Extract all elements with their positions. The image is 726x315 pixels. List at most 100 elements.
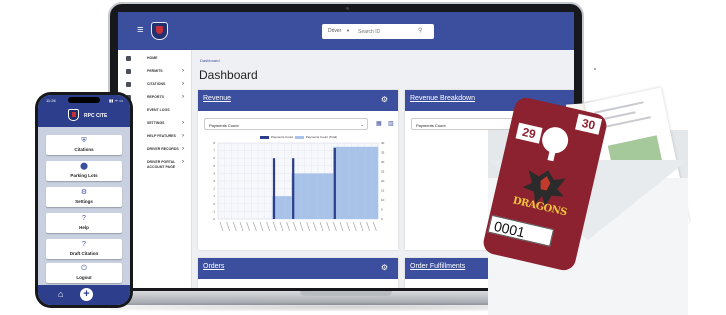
y-tick-left: 2 [213,187,215,191]
y-tick-right: 0 [381,217,383,221]
sidebar-item-label: REPORTS [147,95,164,99]
sidebar-item-label-line2: ACCOUNT PAGE [147,165,176,169]
bar-payments-total [282,196,286,219]
sidebar-item-permits[interactable]: PERMITS › [118,67,192,79]
y-tick-left: 6 [213,156,215,160]
sidebar-item-home[interactable]: HOME [118,54,192,66]
bar-chart-icon[interactable]: ▥ [388,120,394,127]
search-input[interactable] [358,27,406,36]
select-value: Payments Count [416,123,446,128]
x-tick-label [319,221,324,232]
phone-screen: 11:26 ▮▮ ᯤ ▭ RPC CITE ⛨ Citations ⬤ Park… [38,95,130,305]
gear-icon[interactable]: ⚙ [381,263,388,272]
orders-card: Orders ⚙ [198,258,398,288]
bar-payments-total [342,146,347,219]
bar-payments [292,158,295,219]
sidebar-item-label: SETTINGS [147,121,165,125]
bar-payments-total [278,196,283,219]
bar-payments-total [285,196,289,219]
map-pin-icon: ⬤ [80,163,88,170]
home-icon[interactable]: ⌂ [58,289,63,299]
y-tick-left: -2 [212,217,215,221]
x-tick-label [353,221,357,232]
table-view-icon[interactable]: ▦ [376,120,382,127]
draft-citation-button[interactable]: ? Draft Citation [46,239,122,259]
bar-payments-total [317,173,321,219]
gear-icon: ⚙ [80,189,88,196]
card-title[interactable]: Order Fulfillments [410,263,465,270]
metric-select[interactable]: Payments Count ⌄ [204,118,368,130]
x-tick-label [293,221,297,232]
legend-swatch-total [294,135,304,139]
hamburger-menu-icon[interactable]: ≡ [137,25,143,36]
bar-payments-total [294,173,299,219]
x-tick-label [239,221,244,232]
sidebar-item-citations[interactable]: CITATIONS › [118,80,192,92]
card-header: Revenue ⚙ [198,90,398,111]
bar-payments-total [298,173,302,219]
x-tick-label [306,221,310,232]
x-tick-label [279,221,284,232]
gear-icon[interactable]: ⚙ [381,95,388,104]
x-tick-label [259,221,264,232]
card-title[interactable]: Orders [203,263,224,270]
bar-payments-total [362,146,366,219]
draft-icon: ? [82,241,86,248]
bar-payments [333,148,336,219]
status-icons: ▮▮ ᯤ ▭ [108,98,123,103]
y-tick-right: 30 [381,160,385,164]
revenue-card: Revenue ⚙ Payments Count ⌄ ▦ ▥ Payments … [198,90,398,250]
search-icon[interactable]: ⚲ [418,27,422,34]
card-title[interactable]: Revenue [203,95,231,102]
card-title[interactable]: Revenue Breakdown [410,95,475,102]
x-tick-label [299,221,304,232]
app-logo[interactable] [151,22,168,40]
chevron-right-icon: › [182,94,184,100]
shield-icon: ⛨ [81,137,87,144]
button-label: Citations [74,147,94,152]
phone-app-header: RPC CITE [38,105,130,127]
x-tick-label [253,221,257,232]
y-tick-left: 7 [213,149,215,153]
bar-payments-total [304,173,308,219]
dynamic-island [68,97,100,103]
x-tick-label [326,221,330,232]
laptop-notch [300,291,392,296]
top-app-bar: ≡ Driver ▼ ⚲ [118,12,574,50]
y-tick-left: 1 [213,194,215,198]
sidebar-item-label: HELP FEATURES [147,134,176,138]
x-tick-label [246,221,250,232]
app-logo [68,109,79,121]
chevron-right-icon: › [182,133,184,139]
paper-text-line [594,101,644,114]
bar-payments-total [330,173,334,219]
laptop-camera [346,7,349,10]
y-tick-left: -1 [212,209,215,213]
sidebar-item-label: CITATIONS [147,82,166,86]
bottom-nav: ⌂ + [38,285,130,305]
bar-payments-total [307,173,311,219]
parking-lots-button[interactable]: ⬤ Parking Lots [46,161,122,181]
decorative-dot [594,68,596,70]
chevron-right-icon: › [182,81,184,87]
breadcrumb[interactable]: Dashboard [200,58,220,63]
settings-button[interactable]: ⚙ Settings [46,187,122,207]
search-scope-select[interactable]: Driver [328,28,341,34]
chevron-down-icon: ⌄ [360,122,364,127]
y-tick-right: 5 [381,208,383,212]
chevron-down-icon[interactable]: ▼ [346,28,350,33]
bar-payments-total [371,146,375,219]
x-tick-label [233,221,237,232]
add-button[interactable]: + [80,288,93,301]
x-tick-label [373,221,377,232]
bar-payments-total [349,146,353,219]
app-name: RPC CITE [84,113,108,119]
sidebar-item-label: EVENT LOGS [147,108,170,112]
bar-payments-total [288,196,292,219]
chevron-right-icon: › [182,146,184,152]
citations-button[interactable]: ⛨ Citations [46,135,122,155]
button-label: Draft Citation [69,251,99,256]
power-icon: ⏻ [81,265,87,272]
help-button[interactable]: ? Help [46,213,122,233]
logout-button[interactable]: ⏻ Logout [46,263,122,283]
